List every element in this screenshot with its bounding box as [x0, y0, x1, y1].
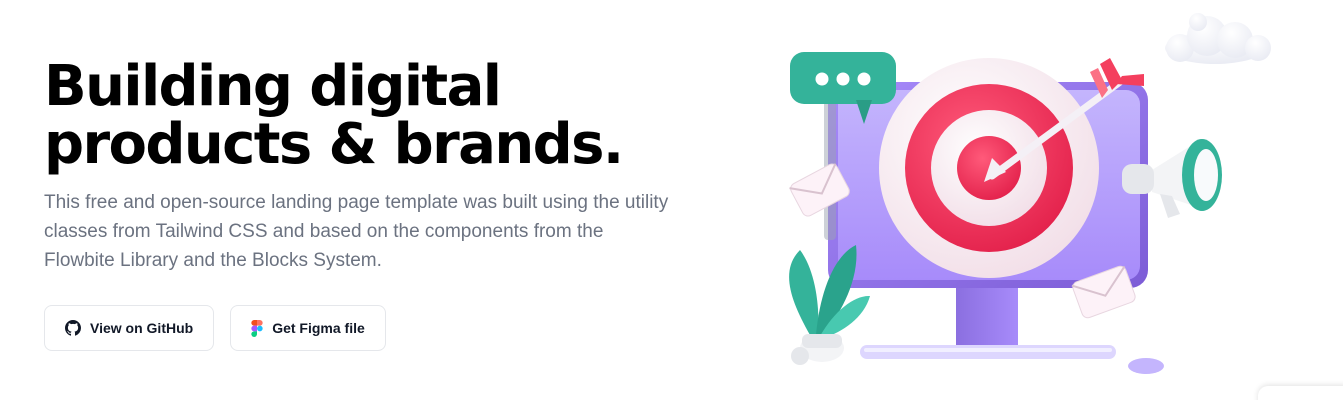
hero-section: Building digital products & brands. This… [0, 0, 1343, 400]
github-icon [65, 320, 81, 336]
target-monitor-illustration [760, 0, 1343, 400]
hero-title-line-1: Building digital [44, 54, 502, 119]
hero-title-line-2: products & brands. [44, 112, 624, 177]
hero-description: This free and open-source landing page t… [44, 192, 669, 271]
figma-button-label: Get Figma file [272, 320, 365, 336]
hero-title: Building digital products & brands. [44, 58, 704, 174]
hero-buttons: View on GitHub Get Figma file [44, 305, 386, 351]
view-on-github-button[interactable]: View on GitHub [44, 305, 215, 351]
hero-text: Building digital products & brands. This… [44, 58, 704, 275]
github-button-label: View on GitHub [90, 320, 194, 336]
cloud-icon [1165, 13, 1271, 64]
figma-icon [251, 319, 263, 337]
get-figma-file-button[interactable]: Get Figma file [230, 305, 386, 351]
floating-card [1258, 386, 1343, 400]
